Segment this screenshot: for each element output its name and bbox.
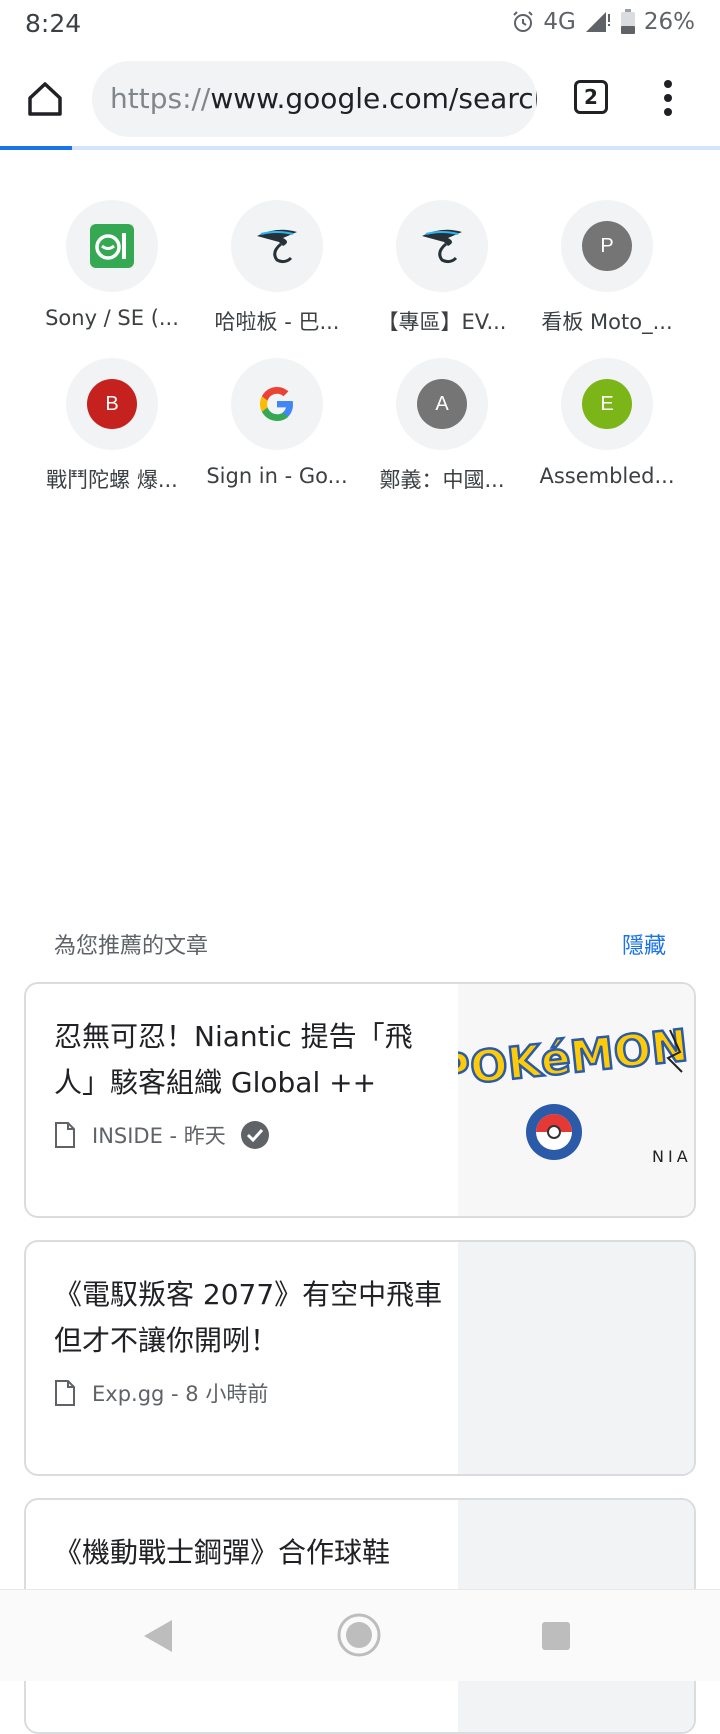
browser-toolbar: https://www.google.com/search 2 (0, 48, 720, 148)
url-host: www.google.com/search (210, 82, 537, 115)
articles-title: 為您推薦的文章 (54, 934, 209, 959)
tile-label: 戰鬥陀螺 爆... (46, 468, 178, 492)
signal-icon (585, 12, 610, 32)
tab-count: 2 (574, 80, 608, 114)
menu-dot-icon (664, 80, 672, 88)
pokemon-go-logo-image: POKéMON GO NIA (434, 984, 694, 1216)
tile-beyblade[interactable]: B 戰鬥陀螺 爆... (37, 358, 187, 494)
tile-bahamut-2[interactable]: 【專區】EV... (367, 200, 517, 336)
url-scheme: https:// (110, 82, 211, 115)
system-nav-bar (0, 1589, 720, 1681)
article-source: Exp.gg - 8 小時前 (92, 1382, 269, 1406)
google-g-icon (260, 387, 293, 421)
tile-favicon (231, 358, 323, 450)
tile-moto[interactable]: P 看板 Moto_... (532, 200, 682, 336)
url-bar[interactable]: https://www.google.com/search (92, 61, 537, 137)
tile-label: 鄭義：中國... (379, 468, 505, 492)
home-icon (28, 82, 62, 116)
article-thumbnail (458, 1242, 694, 1474)
menu-dot-icon (664, 94, 672, 102)
green-app-icon (90, 224, 134, 268)
tile-label: 哈啦板 - 巴... (214, 310, 340, 334)
status-time: 8:24 (25, 9, 82, 38)
page-load-progress (0, 146, 720, 150)
back-icon[interactable] (142, 1618, 174, 1654)
article-title: 《電馭叛客 2077》有空中飛車 但才不讓你開咧！ (54, 1278, 443, 1357)
articles-header: 為您推薦的文章 隱藏 (54, 928, 666, 962)
bahamut-dragon-icon (422, 229, 462, 264)
overflow-menu-button[interactable] (650, 76, 686, 120)
article-text: 忍無可忍！Niantic 提告「飛人」駭客組織 Global ++ INSIDE… (54, 1014, 454, 1150)
tile-bahamut-1[interactable]: 哈啦板 - 巴... (202, 200, 352, 336)
status-icons: 4G 26% (511, 9, 695, 35)
tile-favicon: A (396, 358, 488, 450)
tile-label: Assembled... (539, 464, 675, 488)
hide-articles-link[interactable]: 隱藏 (622, 928, 666, 960)
article-meta: INSIDE - 昨天 (54, 1120, 454, 1150)
home-nav-icon[interactable] (336, 1612, 382, 1658)
article-meta: Exp.gg - 8 小時前 (54, 1378, 454, 1408)
tile-zheng-yi[interactable]: A 鄭義：中國... (367, 358, 517, 494)
recents-icon[interactable] (542, 1622, 570, 1650)
niantic-text: NIA (652, 1147, 692, 1166)
tile-favicon (396, 200, 488, 292)
battery-icon (620, 9, 635, 34)
tile-favicon: E (561, 358, 653, 450)
tile-favicon: P (561, 200, 653, 292)
tile-label: 看板 Moto_... (541, 310, 673, 334)
tile-label: 【專區】EV... (377, 310, 507, 334)
tile-label: Sony / SE (... (45, 306, 179, 330)
letter-b-icon: B (87, 379, 137, 429)
battery-level: 26% (643, 9, 695, 35)
tile-label: Sign in - Go... (206, 464, 348, 488)
tile-sony[interactable]: Sony / SE (... (37, 200, 187, 330)
menu-dot-icon (664, 108, 672, 116)
bahamut-dragon-icon (257, 229, 297, 264)
status-bar: 8:24 4G 26% (0, 0, 720, 48)
document-icon (55, 1380, 75, 1406)
home-button[interactable] (20, 74, 70, 124)
tile-favicon (231, 200, 323, 292)
article-thumbnail: POKéMON GO NIA (434, 984, 694, 1216)
article-source: INSIDE - 昨天 (92, 1124, 226, 1148)
document-icon (55, 1122, 75, 1148)
alarm-icon (513, 11, 534, 32)
verified-check-icon (240, 1121, 269, 1149)
article-text: 《電馭叛客 2077》有空中飛車 但才不讓你開咧！ Exp.gg - 8 小時前 (54, 1272, 454, 1408)
tile-google-signin[interactable]: Sign in - Go... (202, 358, 352, 488)
article-card[interactable]: 《電馭叛客 2077》有空中飛車 但才不讓你開咧！ Exp.gg - 8 小時前 (24, 1240, 696, 1476)
letter-p-icon: P (582, 221, 632, 271)
article-card[interactable]: 忍無可忍！Niantic 提告「飛人」駭客組織 Global ++ INSIDE… (24, 982, 696, 1218)
tile-favicon (66, 200, 158, 292)
article-title: 忍無可忍！Niantic 提告「飛人」駭客組織 Global ++ (54, 1020, 413, 1099)
letter-e-icon: E (582, 379, 632, 429)
page-load-progress-fill (0, 146, 72, 150)
tile-favicon: B (66, 358, 158, 450)
tile-assembled[interactable]: E Assembled... (532, 358, 682, 488)
tab-switcher-button[interactable]: 2 (570, 76, 612, 118)
network-type: 4G (543, 9, 576, 35)
letter-a-icon: A (417, 379, 467, 429)
